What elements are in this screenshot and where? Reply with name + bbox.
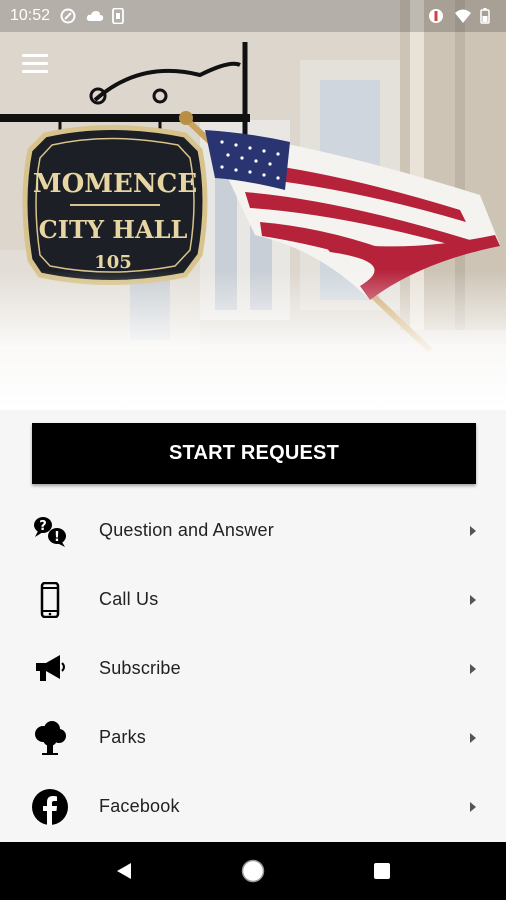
hero-image: MOMENCE CITY HALL 105 [0, 0, 506, 410]
hero-fade [0, 270, 506, 410]
list-item-parks[interactable]: Parks [0, 703, 506, 772]
main-content: START REQUEST ? ! Question and Answer Ca… [0, 410, 506, 842]
sign-text-city-hall: CITY HALL [39, 215, 188, 244]
nfc-icon [60, 8, 76, 24]
phone-icon [112, 7, 128, 25]
list-item-label: Question and Answer [99, 520, 274, 540]
status-time: 10:52 [10, 7, 51, 24]
home-icon[interactable] [233, 851, 273, 891]
cloud-icon [86, 8, 104, 24]
svg-text:?: ? [39, 519, 47, 534]
list-item-label: Call Us [99, 589, 159, 609]
system-nav-bar [0, 842, 506, 900]
tree-icon [30, 718, 70, 758]
start-request-button[interactable]: START REQUEST [32, 423, 476, 484]
chevron-right-icon [470, 663, 476, 674]
recents-icon[interactable] [362, 851, 402, 891]
facebook-icon [30, 787, 70, 827]
wifi-icon [454, 8, 471, 24]
eye-icon [428, 8, 444, 24]
menu-list: ? ! Question and Answer Call Us Subscrib… [0, 496, 506, 841]
phone-icon [30, 580, 70, 620]
megaphone-icon [30, 649, 70, 689]
list-item-call-us[interactable]: Call Us [0, 565, 506, 634]
chevron-right-icon [470, 801, 476, 812]
chevron-right-icon [470, 525, 476, 536]
list-item-label: Facebook [99, 796, 180, 816]
battery-icon [480, 8, 496, 24]
list-item-label: Subscribe [99, 658, 181, 678]
list-item-question-and-answer[interactable]: ? ! Question and Answer [0, 496, 506, 565]
sign-text-momence: MOMENCE [33, 169, 197, 199]
list-item-label: Parks [99, 727, 147, 747]
question-answer-icon: ? ! [30, 511, 70, 551]
list-item-subscribe[interactable]: Subscribe [0, 634, 506, 703]
back-icon[interactable] [104, 851, 144, 891]
chevron-right-icon [470, 732, 476, 743]
list-item-facebook[interactable]: Facebook [0, 772, 506, 841]
chevron-right-icon [470, 594, 476, 605]
status-bar: 10:52 [0, 0, 506, 32]
menu-icon[interactable] [22, 54, 48, 76]
svg-text:!: ! [54, 530, 60, 545]
